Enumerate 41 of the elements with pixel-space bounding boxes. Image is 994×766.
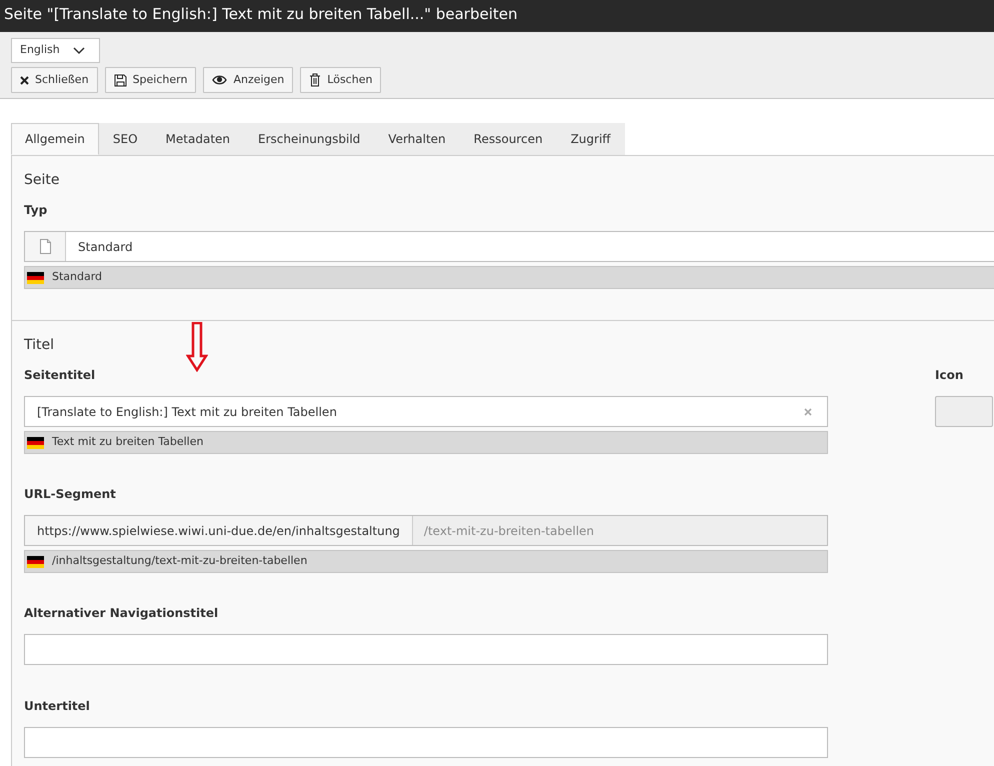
url-segment-field[interactable]: https://www.spielwiese.wiwi.uni-due.de/en/inhaltsgestaltung /text-mit-zu-breiten-tabellen — [24, 515, 828, 546]
translation-text: Standard — [52, 269, 102, 286]
input-field[interactable]: [Translate to English:] Text mit zu breiten Tabellen — [24, 396, 828, 427]
page-icon — [40, 239, 50, 254]
view-button[interactable]: Anzeigen — [203, 67, 294, 93]
field-label: Alternativer Navigationstitel — [24, 605, 218, 622]
trash-icon — [309, 73, 322, 87]
url-value: /text-mit-zu-breiten-tabellen — [412, 516, 827, 545]
tab[interactable]: Ressourcen — [460, 123, 557, 155]
section-title: Seite — [24, 171, 60, 190]
field-label: Typ — [24, 202, 48, 219]
save-button[interactable]: Speichern — [104, 67, 196, 93]
close-button[interactable]: Schließen — [11, 67, 98, 93]
tab[interactable]: Erscheinungsbild — [244, 123, 374, 155]
german-flag-icon — [27, 272, 44, 284]
tab[interactable]: Zugriff — [556, 123, 625, 155]
type-select[interactable]: Standard — [24, 231, 994, 262]
clear-icon[interactable] — [804, 408, 812, 416]
tab[interactable]: Allgemein — [11, 123, 99, 155]
input-field[interactable] — [24, 727, 828, 758]
language-select[interactable]: English — [11, 38, 100, 63]
field-label: URL-Segment — [24, 486, 116, 503]
translation-text: /inhaltsgestaltung/text-mit-zu-breiten-tabellen — [52, 553, 308, 570]
eye-icon — [212, 75, 228, 85]
field-label: Seitentitel — [24, 367, 96, 384]
delete-button[interactable]: Löschen — [300, 67, 382, 93]
german-flag-icon — [27, 436, 44, 448]
translation-text: Text mit zu breiten Tabellen — [52, 434, 204, 450]
section-title: Titel — [24, 336, 56, 355]
german-flag-icon — [27, 556, 44, 568]
icon-picker-button[interactable] — [935, 396, 993, 427]
tab[interactable]: SEO — [98, 123, 152, 155]
url-prefix: https://www.spielwiese.wiwi.uni-due.de/en/inhaltsgestaltung — [25, 516, 413, 545]
field-label: Untertitel — [24, 698, 90, 715]
window-title: Seite "[Translate to English:] Text mit zu breiten Tabell..." bearbeiten — [0, 0, 994, 32]
input-field[interactable] — [24, 634, 828, 665]
chevron-down-icon — [73, 46, 85, 54]
tab[interactable]: Metadaten — [152, 123, 244, 155]
field-label: Icon — [935, 367, 964, 384]
tab[interactable]: Verhalten — [374, 123, 460, 155]
close-icon — [20, 76, 29, 84]
